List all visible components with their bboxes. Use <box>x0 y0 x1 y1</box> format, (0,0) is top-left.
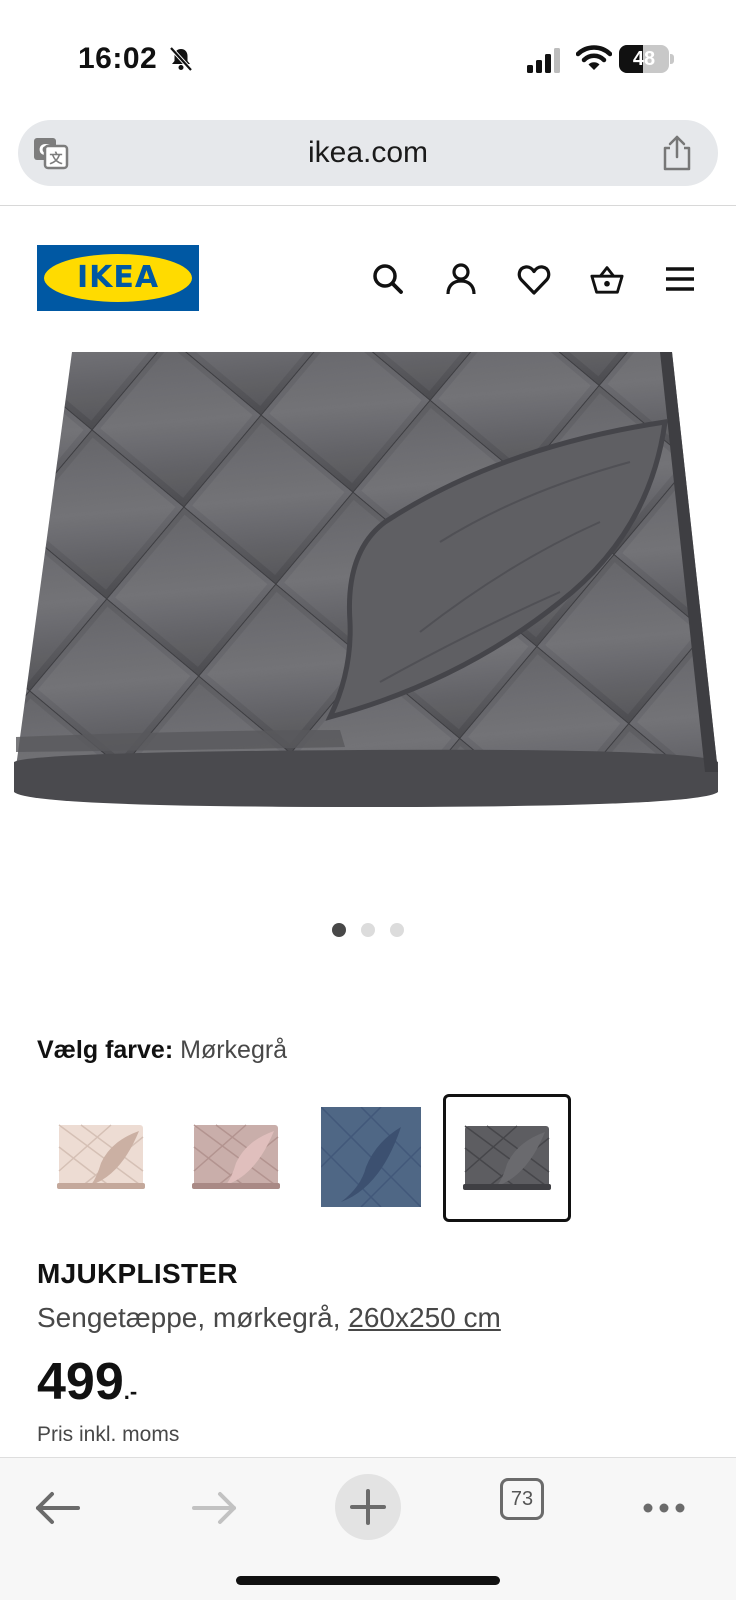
vat-note: Pris inkl. moms <box>37 1423 180 1446</box>
new-tab-button[interactable] <box>335 1474 401 1540</box>
bedspread-illustration <box>14 352 718 807</box>
battery-level: 48 <box>632 48 656 70</box>
product-description: Sengetæppe, mørkegrå, 260x250 cm <box>37 1302 501 1334</box>
share-icon[interactable] <box>660 134 694 172</box>
gallery-pagination <box>0 923 736 939</box>
account-icon[interactable] <box>444 262 478 296</box>
price-main: 499 <box>37 1353 124 1411</box>
swatch-thumbnail <box>57 1124 145 1189</box>
wifi-icon <box>576 45 612 70</box>
tab-count: 73 <box>510 1488 534 1510</box>
tabs-button[interactable]: 73 <box>500 1478 544 1520</box>
color-choice-value: Mørkegrå <box>180 1036 288 1064</box>
back-arrow-icon[interactable] <box>30 1480 86 1536</box>
heart-icon[interactable] <box>517 262 551 296</box>
swatch-thumbnail <box>321 1107 421 1207</box>
color-swatch-dusty-pink[interactable] <box>177 1098 295 1216</box>
gallery-dot[interactable] <box>332 923 346 937</box>
home-indicator[interactable] <box>236 1576 500 1585</box>
product-name: MJUKPLISTER <box>37 1258 238 1289</box>
menu-icon[interactable] <box>663 262 697 296</box>
plus-icon <box>350 1489 386 1525</box>
status-bar: 16:02 48 <box>0 0 736 110</box>
color-choice: Vælg farve: Mørkegrå <box>37 1036 287 1065</box>
product-price: 499.- <box>37 1352 137 1412</box>
forward-arrow-icon[interactable] <box>186 1480 242 1536</box>
logo-text: IKEA <box>76 260 160 295</box>
price-suffix: .- <box>123 1379 138 1404</box>
swatch-thumbnail <box>192 1124 280 1189</box>
gallery-dot[interactable] <box>361 923 375 937</box>
address-bar-divider <box>0 205 736 206</box>
color-swatch-light-beige[interactable] <box>42 1098 160 1216</box>
color-swatch-blue[interactable] <box>312 1098 430 1216</box>
battery-icon: 48 <box>619 45 674 73</box>
cellular-signal-icon <box>527 48 560 73</box>
color-swatch-dark-grey[interactable] <box>443 1094 571 1222</box>
ikea-logo[interactable]: IKEA <box>37 245 199 311</box>
search-icon[interactable] <box>371 262 405 296</box>
bell-slash-icon <box>169 46 193 72</box>
gallery-dot[interactable] <box>390 923 404 937</box>
more-icon[interactable] <box>636 1480 692 1536</box>
status-time: 16:02 <box>78 42 158 75</box>
address-bar[interactable]: G 文 ikea.com <box>18 120 718 186</box>
basket-icon[interactable] <box>590 262 624 296</box>
size-link[interactable]: 260x250 cm <box>348 1302 501 1333</box>
swatch-thumbnail <box>463 1125 551 1190</box>
color-choice-label: Vælg farve: <box>37 1036 174 1064</box>
product-description-text: Sengetæppe, mørkegrå, <box>37 1302 349 1333</box>
product-image[interactable] <box>0 352 736 810</box>
url-text[interactable]: ikea.com <box>18 120 718 186</box>
